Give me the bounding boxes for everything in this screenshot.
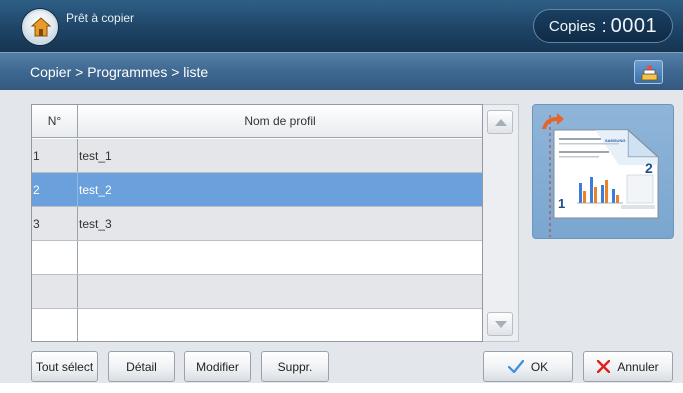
check-icon — [507, 360, 524, 373]
table-row[interactable] — [32, 275, 482, 309]
ok-label: OK — [530, 359, 549, 374]
row-number: 3 — [32, 207, 78, 240]
home-button[interactable] — [22, 9, 58, 45]
duplex-preview: SAMSUNG 2 1 — [532, 104, 674, 239]
delete-button[interactable]: Suppr. — [261, 351, 329, 382]
breadcrumb-bar: Copier > Programmes > liste — [0, 52, 683, 90]
copies-value: 0001 — [610, 14, 658, 37]
row-number — [32, 241, 78, 274]
select-all-label: Tout sélect — [35, 359, 94, 374]
main-panel: N° Nom de profil 1 test_1 2 test_2 3 tes… — [0, 90, 683, 393]
scroll-up-button[interactable] — [487, 110, 513, 134]
row-profile-name: test_3 — [79, 216, 112, 231]
modify-label: Modifier — [196, 359, 239, 374]
page-number-back: 2 — [645, 160, 653, 176]
ok-button[interactable]: OK — [483, 351, 573, 382]
select-all-button[interactable]: Tout sélect — [31, 351, 98, 382]
home-icon — [30, 17, 52, 37]
stack-icon — [641, 65, 658, 81]
row-number — [32, 275, 78, 308]
column-header-name[interactable]: Nom de profil — [78, 105, 482, 137]
scroll-down-button[interactable] — [487, 312, 513, 336]
row-profile-name: test_1 — [79, 148, 112, 163]
close-icon — [597, 360, 611, 373]
table-row[interactable]: 3 test_3 — [32, 207, 482, 241]
status-bar: Prêt à copier Copies : 0001 — [0, 0, 683, 52]
modify-button[interactable]: Modifier — [184, 351, 251, 382]
cancel-button[interactable]: Annuler — [583, 351, 673, 382]
page-number-front: 1 — [558, 196, 566, 211]
row-profile-name — [78, 275, 482, 308]
row-profile-name — [78, 241, 482, 274]
detail-button[interactable]: Détail — [108, 351, 175, 382]
screen: Prêt à copier Copies : 0001 Copier > Pro… — [0, 0, 683, 393]
table-scrollbar[interactable] — [483, 104, 519, 342]
table-row[interactable]: 2 test_2 — [32, 173, 482, 207]
breadcrumb: Copier > Programmes > liste — [30, 64, 209, 80]
profile-table: N° Nom de profil 1 test_1 2 test_2 3 tes… — [31, 104, 483, 342]
copies-counter[interactable]: Copies : 0001 — [533, 9, 673, 43]
row-profile-name: test_2 — [79, 182, 112, 197]
table-row[interactable] — [32, 309, 482, 341]
cancel-label: Annuler — [617, 359, 659, 374]
duplex-book-illustration — [542, 113, 660, 237]
table-row[interactable]: 1 test_1 — [32, 139, 482, 173]
arrow-down-icon — [495, 321, 507, 328]
copies-label: Copies — [548, 17, 596, 35]
job-mode-button[interactable] — [634, 60, 663, 84]
column-header-number[interactable]: N° — [32, 105, 78, 137]
row-profile-name — [78, 309, 482, 341]
copies-separator: : — [601, 15, 607, 36]
arrow-up-icon — [495, 119, 507, 126]
detail-label: Détail — [126, 359, 157, 374]
row-number: 1 — [32, 139, 78, 172]
row-number — [32, 309, 78, 341]
table-row[interactable] — [32, 241, 482, 275]
delete-label: Suppr. — [277, 359, 313, 374]
row-number: 2 — [32, 173, 78, 206]
samsung-logo: SAMSUNG — [605, 138, 626, 143]
table-header: N° Nom de profil — [32, 105, 482, 138]
status-text: Prêt à copier — [66, 11, 135, 25]
